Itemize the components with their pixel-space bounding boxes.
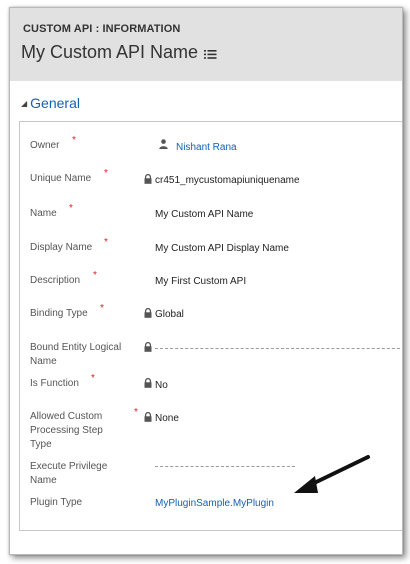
name-value[interactable]: My Custom API Name bbox=[155, 208, 253, 222]
display-name-label: Display Name bbox=[30, 242, 93, 253]
field-allowed-custom-processing-step-type: Allowed Custom Processing Step Type * No… bbox=[20, 407, 402, 452]
caret-down-icon: ◢ bbox=[21, 98, 28, 108]
bound-entity-label-line1: Bound Entity Logical bbox=[30, 342, 122, 353]
required-marker: * bbox=[104, 237, 108, 248]
arrow-annotation-icon bbox=[294, 455, 370, 493]
list-menu-icon[interactable] bbox=[204, 48, 217, 60]
binding-type-label: Binding Type bbox=[30, 308, 88, 319]
field-display-name: Display Name * My Custom API Display Nam… bbox=[20, 234, 402, 256]
lock-icon bbox=[144, 342, 152, 352]
form-header: CUSTOM API : INFORMATION My Custom API N… bbox=[10, 8, 402, 81]
record-title-row: My Custom API Name bbox=[21, 42, 217, 63]
is-function-value: No bbox=[155, 380, 168, 391]
owner-label: Owner bbox=[30, 140, 60, 151]
field-description: Description * My First Custom API bbox=[20, 267, 402, 289]
execute-privilege-label-line1: Execute Privilege bbox=[30, 461, 108, 472]
required-marker: * bbox=[91, 373, 95, 384]
field-name: Name * My Custom API Name bbox=[20, 201, 402, 222]
field-unique-name: Unique Name * cr451_mycustomapiuniquenam… bbox=[20, 168, 402, 188]
allowed-custom-label-line1: Allowed Custom bbox=[30, 411, 103, 422]
allowed-custom-value: None bbox=[155, 413, 179, 424]
plugin-type-value-link[interactable]: MyPluginSample.MyPlugin bbox=[155, 497, 274, 511]
owner-value-link[interactable]: Nishant Rana bbox=[176, 141, 237, 155]
bound-entity-empty-field bbox=[155, 348, 402, 349]
execute-privilege-empty-field[interactable] bbox=[155, 466, 295, 467]
allowed-custom-label-line3: Type bbox=[30, 439, 52, 450]
field-is-function: Is Function * No bbox=[20, 373, 402, 394]
form-window: CUSTOM API : INFORMATION My Custom API N… bbox=[9, 7, 403, 555]
allowed-custom-label-line2: Processing Step bbox=[30, 425, 103, 436]
description-value[interactable]: My First Custom API bbox=[155, 275, 246, 289]
unique-name-value: cr451_mycustomapiuniquename bbox=[155, 175, 300, 186]
required-marker: * bbox=[72, 135, 76, 146]
name-label: Name bbox=[30, 208, 57, 219]
field-owner: Owner * Nishant Rana bbox=[20, 135, 402, 155]
description-label: Description bbox=[30, 275, 81, 286]
required-marker: * bbox=[93, 270, 97, 281]
lock-icon bbox=[144, 378, 152, 388]
field-bound-entity: Bound Entity Logical Name bbox=[20, 338, 402, 368]
required-marker: * bbox=[100, 303, 104, 314]
general-section: Owner * Nishant Rana Unique Name * cr451… bbox=[19, 121, 402, 531]
unique-name-label: Unique Name bbox=[30, 173, 92, 184]
binding-type-value: Global bbox=[155, 309, 184, 320]
section-general-header[interactable]: ◢ General bbox=[21, 95, 80, 111]
lock-icon bbox=[144, 412, 152, 422]
required-marker: * bbox=[104, 168, 108, 179]
lock-icon bbox=[144, 308, 152, 318]
bound-entity-label-line2: Name bbox=[30, 356, 57, 367]
section-title: General bbox=[30, 95, 80, 111]
required-marker: * bbox=[134, 407, 138, 418]
plugin-type-label: Plugin Type bbox=[30, 497, 83, 508]
display-name-value[interactable]: My Custom API Display Name bbox=[155, 242, 289, 256]
user-icon bbox=[159, 139, 168, 149]
lock-icon bbox=[144, 174, 152, 184]
required-marker: * bbox=[69, 203, 73, 214]
field-binding-type: Binding Type * Global bbox=[20, 300, 402, 320]
is-function-label: Is Function bbox=[30, 378, 79, 389]
execute-privilege-label-line2: Name bbox=[30, 475, 57, 486]
record-title: My Custom API Name bbox=[21, 42, 199, 62]
entity-label: CUSTOM API : INFORMATION bbox=[23, 23, 181, 35]
